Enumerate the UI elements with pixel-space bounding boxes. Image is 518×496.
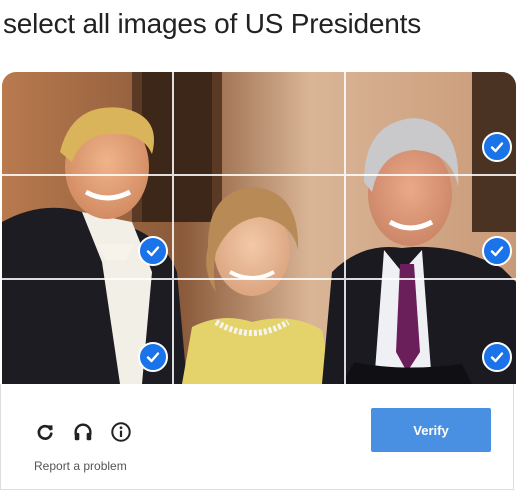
image-grid	[2, 72, 516, 384]
grid-tile[interactable]	[174, 280, 346, 384]
challenge-prompt: select all images of US Presidents	[3, 8, 422, 39]
grid-tile[interactable]	[2, 176, 174, 280]
grid-tile[interactable]	[174, 72, 346, 176]
grid-tile[interactable]	[346, 176, 516, 280]
grid-tile[interactable]	[346, 72, 516, 176]
grid-tile[interactable]	[174, 176, 346, 280]
checkmark-icon	[482, 132, 512, 162]
reload-icon[interactable]	[33, 420, 57, 444]
checkmark-icon	[138, 236, 168, 266]
grid-tile[interactable]	[2, 72, 174, 176]
checkmark-icon	[482, 342, 512, 372]
verify-button[interactable]: Verify	[371, 408, 491, 452]
footer-icons	[33, 420, 133, 444]
captcha-footer: Report a problem Verify	[0, 384, 514, 490]
checkmark-icon	[482, 236, 512, 266]
headphones-icon[interactable]	[71, 420, 95, 444]
captcha-challenge: select all images of US Presidents Repor…	[0, 0, 518, 496]
tile-grid	[2, 72, 516, 384]
checkmark-icon	[138, 342, 168, 372]
info-icon[interactable]	[109, 420, 133, 444]
grid-tile[interactable]	[2, 280, 174, 384]
report-problem-link[interactable]: Report a problem	[34, 459, 127, 473]
grid-tile[interactable]	[346, 280, 516, 384]
